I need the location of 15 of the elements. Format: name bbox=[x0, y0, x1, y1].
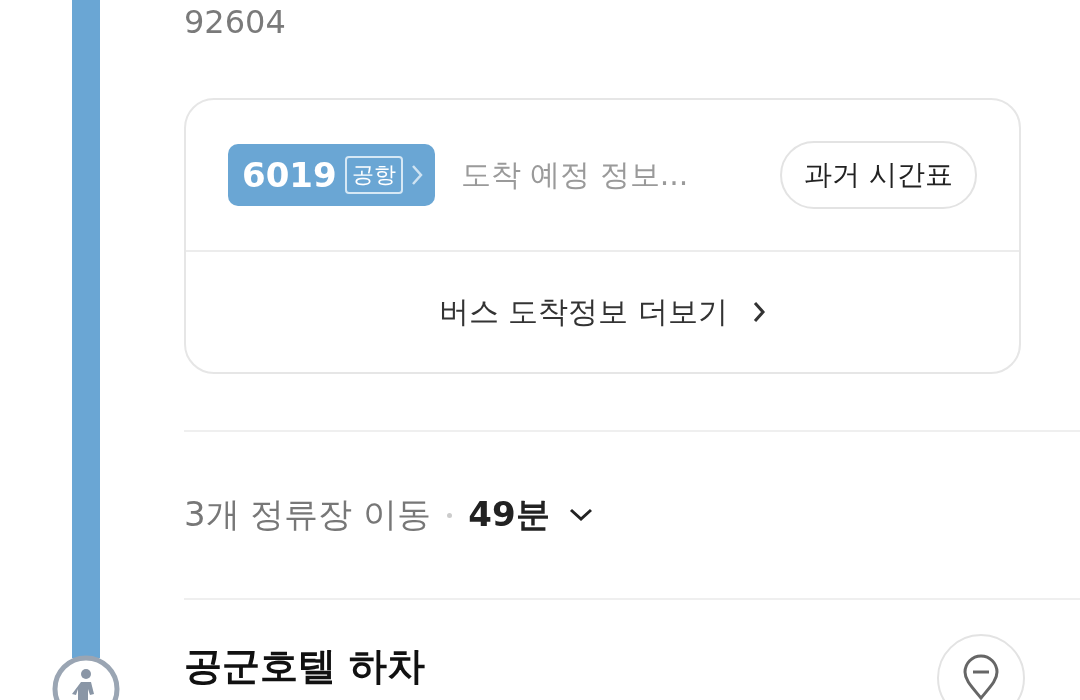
stops-count: 3개 정류장 이동 bbox=[184, 493, 432, 536]
more-arrival-link[interactable]: 버스 도착정보 더보기 bbox=[432, 290, 773, 334]
separator-dot bbox=[447, 512, 453, 518]
alight-stop-title: 공군호텔 하차 bbox=[184, 644, 426, 688]
arrival-info: 도착 예정 정보... bbox=[460, 155, 690, 194]
chevron-right-icon bbox=[410, 164, 423, 186]
route-tag: 공항 bbox=[344, 156, 403, 194]
timetable-button[interactable]: 과거 시간표 bbox=[780, 141, 977, 209]
chevron-down-icon bbox=[567, 507, 594, 523]
map-pin-icon bbox=[961, 654, 1001, 700]
chevron-right-icon bbox=[752, 300, 767, 324]
ride-duration: 49분 bbox=[468, 493, 550, 536]
route-number: 6019 bbox=[242, 155, 337, 195]
stop-number: 92604 bbox=[184, 2, 287, 43]
map-pin-button[interactable] bbox=[937, 634, 1025, 700]
